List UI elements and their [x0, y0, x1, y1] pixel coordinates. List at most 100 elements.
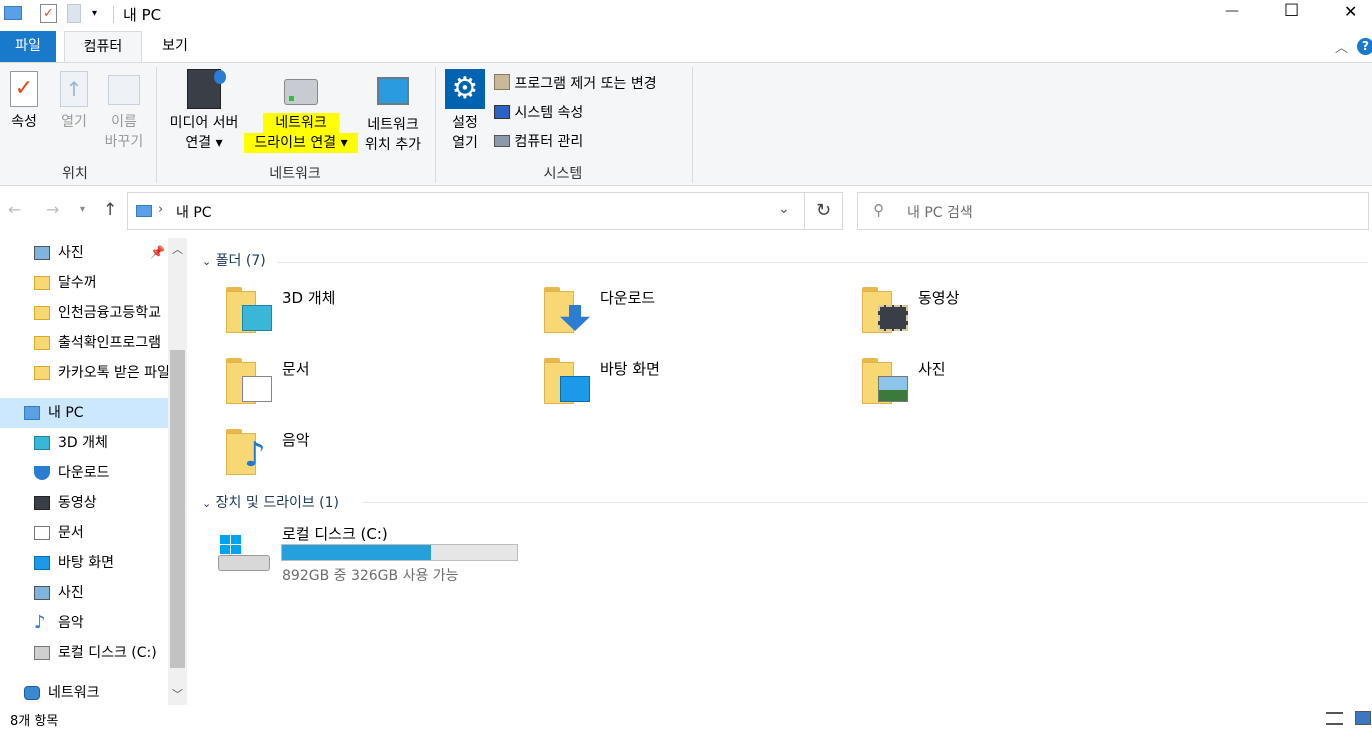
nav-scrollbar[interactable]: ︿ ﹀	[168, 238, 187, 705]
nav-item[interactable]: 다운로드	[0, 458, 168, 488]
folder-item[interactable]: 문서	[226, 354, 526, 410]
properties-button[interactable]: ✓ 속성	[4, 71, 44, 132]
nav-item[interactable]: 문서	[0, 518, 168, 548]
pictures-icon	[34, 246, 50, 260]
nav-item[interactable]: 인천금융고등학교	[0, 298, 168, 328]
recent-locations-icon[interactable]: ▾	[80, 204, 85, 215]
group-label-network: 네트워크	[269, 166, 321, 182]
scroll-up-icon[interactable]: ︿	[172, 241, 183, 257]
nav-item[interactable]: ♪ 음악	[0, 608, 168, 638]
nav-item[interactable]: 로컬 디스크 (C:)	[0, 638, 168, 668]
folder-item[interactable]: 동영상	[862, 283, 1162, 339]
refresh-button[interactable]: ↻	[805, 192, 843, 230]
search-box[interactable]: ⚲ 내 PC 검색	[857, 192, 1369, 230]
add-network-location-button[interactable]: 네트워크 위치 추가	[358, 69, 428, 155]
drives-group-header[interactable]: ⌄ 장치 및 드라이브 (1)	[202, 492, 339, 512]
quick-access-dropdown-icon[interactable]: ▾	[92, 8, 97, 19]
group-label-system: 시스템	[543, 166, 583, 182]
nav-item[interactable]: 3D 개체	[0, 428, 168, 458]
video-icon	[878, 305, 908, 331]
window-title: 내 PC	[123, 6, 162, 24]
folder-item[interactable]: 사진	[862, 354, 1162, 410]
gear-icon: ⚙	[445, 69, 485, 109]
rename-button[interactable]: 이름 바꾸기	[100, 71, 148, 152]
drive-usage-bar	[281, 544, 518, 561]
system-properties-label: 시스템 속성	[514, 105, 584, 121]
add-network-label-2: 위치 추가	[365, 137, 421, 153]
document-icon	[242, 376, 272, 402]
nav-item-label: 음악	[58, 615, 84, 631]
collapse-ribbon-icon[interactable]: ︿	[1335, 37, 1348, 56]
nav-item-label: 달수꺼	[58, 275, 97, 291]
nav-item[interactable]: 내 PC	[0, 398, 168, 428]
pc-icon	[136, 205, 152, 217]
folder-name: 사진	[918, 360, 946, 378]
folder-item[interactable]: 다운로드	[544, 283, 844, 339]
pictures-icon	[34, 586, 50, 600]
nav-item-label: 출석확인프로그램	[58, 335, 162, 351]
tab-view[interactable]: 보기	[146, 31, 204, 62]
large-icons-view-icon[interactable]	[1355, 711, 1371, 725]
maximize-button[interactable]: ☐	[1284, 1, 1299, 21]
quick-access-newfolder-icon[interactable]	[67, 4, 81, 23]
open-button[interactable]: ↑ 열기	[54, 71, 94, 132]
nav-item[interactable]: 사진	[0, 578, 168, 608]
folder-name: 음악	[282, 431, 310, 449]
folder-item[interactable]: ♪ 음악	[226, 425, 526, 481]
close-button[interactable]: ✕	[1344, 2, 1357, 21]
back-button[interactable]: ←	[8, 200, 21, 219]
rename-label-1: 이름	[111, 114, 137, 130]
folders-group-header[interactable]: ⌄ 폴더 (7)	[202, 250, 266, 270]
forward-button[interactable]: →	[46, 200, 59, 219]
map-drive-label-2: 드라이브 연결 ▾	[244, 133, 358, 153]
nav-item[interactable]: 동영상	[0, 488, 168, 518]
computer-management-label: 컴퓨터 관리	[514, 134, 584, 150]
computer-management-icon	[494, 135, 510, 147]
nav-item[interactable]: 출석확인프로그램	[0, 328, 168, 358]
local-disk-item[interactable]: 로컬 디스크 (C:) 892GB 중 326GB 사용 가능	[216, 523, 536, 584]
up-button[interactable]: ↑	[103, 200, 117, 220]
scrollbar-thumb[interactable]	[170, 350, 185, 668]
nav-item[interactable]: 네트워크	[0, 678, 168, 708]
media-server-button[interactable]: 미디어 서버 연결 ▾	[160, 69, 248, 153]
nav-item-label: 사진	[58, 585, 84, 601]
help-icon[interactable]: ?	[1357, 38, 1372, 55]
open-settings-button[interactable]: ⚙ 설정 열기	[442, 69, 488, 153]
desktop-icon	[34, 556, 50, 570]
system-properties-button[interactable]: 시스템 속성	[494, 102, 583, 122]
nav-item-label: 다운로드	[58, 465, 110, 481]
pictures-icon	[878, 376, 908, 402]
details-view-icon[interactable]	[1326, 712, 1343, 725]
address-path[interactable]: 내 PC	[176, 202, 212, 222]
settings-label-1: 설정	[452, 115, 478, 131]
tab-computer[interactable]: 컴퓨터	[64, 31, 142, 63]
folder-item[interactable]: 바탕 화면	[544, 354, 844, 410]
uninstall-label: 프로그램 제거 또는 변경	[514, 76, 657, 92]
address-box[interactable]: › 내 PC ⌄	[127, 192, 805, 230]
scroll-down-icon[interactable]: ﹀	[172, 686, 183, 702]
computer-management-button[interactable]: 컴퓨터 관리	[494, 131, 583, 151]
uninstall-icon	[494, 74, 510, 90]
quick-access-properties-icon[interactable]: ✓	[40, 4, 57, 23]
folder-item[interactable]: 3D 개체	[226, 283, 526, 339]
nav-item[interactable]: 달수꺼	[0, 268, 168, 298]
nav-item[interactable]: 카카오톡 받은 파일	[0, 358, 168, 388]
address-dropdown-icon[interactable]: ⌄	[778, 201, 790, 217]
uninstall-program-button[interactable]: 프로그램 제거 또는 변경	[494, 73, 657, 93]
rename-label-2: 바꾸기	[104, 134, 144, 150]
music-icon: ♪	[34, 612, 46, 633]
tab-file[interactable]: 파일	[0, 31, 56, 62]
folder-name: 3D 개체	[282, 289, 336, 307]
navigation-pane: 사진 달수꺼 인천금융고등학교 출석확인프로그램 카카오톡 받은 파일 내 PC 3D 개체…	[0, 238, 187, 705]
properties-label: 속성	[11, 114, 37, 130]
nav-item[interactable]: 바탕 화면	[0, 548, 168, 578]
minimize-button[interactable]: —	[1225, 3, 1239, 19]
navigation-bar: ← → ▾ ↑ › 내 PC ⌄ ↻ ⚲ 내 PC 검색	[0, 186, 1372, 238]
ribbon-panel: ✓ 속성 ↑ 열기 이름 바꾸기 위치 미디어 서버 연결 ▾ 네트워크 드라이…	[0, 62, 1372, 186]
map-drive-button[interactable]: 네트워크 드라이브 연결 ▾	[244, 69, 358, 153]
folder-icon	[862, 354, 908, 404]
properties-icon: ✓	[10, 71, 38, 107]
download-icon	[34, 466, 50, 480]
drive-icon	[218, 535, 270, 571]
nav-item[interactable]: 사진	[0, 238, 168, 268]
